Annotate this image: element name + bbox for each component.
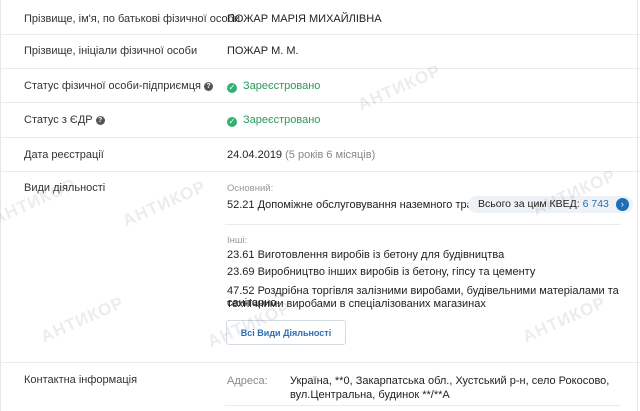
reg-date-text: 24.04.2019 xyxy=(227,149,283,161)
check-circle-icon: ✓ xyxy=(227,83,237,93)
question-circle-icon[interactable]: ? xyxy=(95,116,105,125)
other-activity-item: 23.61 Виготовлення виробів із бетону для… xyxy=(227,249,505,261)
check-circle-icon: ✓ xyxy=(227,117,237,127)
fop-status-value: ✓ Зареєстровано xyxy=(227,80,320,93)
kved-total-value: 6 743 xyxy=(582,198,609,210)
edr-status-value: ✓ Зареєстровано xyxy=(227,114,320,127)
reg-date-age: (5 років 6 місяців) xyxy=(285,149,376,161)
kved-total-badge[interactable]: Всього за цим КВЕД: 6 743 › xyxy=(468,196,633,213)
address-label: Адреса: xyxy=(227,375,268,387)
fop-status-label: Статус фізичної особи-підприємця? xyxy=(24,80,213,92)
main-activity-label: Основний: xyxy=(227,183,274,194)
address-line-1: Україна, **0, Закарпатська обл., Хустськ… xyxy=(290,375,610,387)
contact-label: Контактна інформація xyxy=(24,374,138,386)
fop-status-text: Зареєстровано xyxy=(243,80,321,92)
divider xyxy=(0,34,640,35)
address-line-2: вул.Центральна, будинок **/**А xyxy=(290,389,450,401)
divider xyxy=(0,362,640,363)
fullname-value: ПОЖАР МАРІЯ МИХАЙЛІВНА xyxy=(227,13,382,25)
initials-value: ПОЖАР М. М. xyxy=(227,45,299,57)
divider xyxy=(0,171,640,172)
reg-date-label: Дата реєстрації xyxy=(24,149,104,161)
edr-status-text: Зареєстровано xyxy=(243,114,321,126)
divider xyxy=(0,68,640,69)
divider xyxy=(0,102,640,103)
chevron-right-icon[interactable]: › xyxy=(615,198,629,211)
all-activities-button[interactable]: Всі Види Діяльності xyxy=(226,320,346,345)
kved-total-label: Всього за цим КВЕД: xyxy=(478,198,580,210)
other-activity-item-cont: технічними виробами в спеціалізованих ма… xyxy=(227,298,486,310)
activities-label: Види діяльності xyxy=(24,182,106,194)
other-activity-item: 23.69 Виробництво інших виробів із бетон… xyxy=(227,266,536,278)
other-activities-label: Інші: xyxy=(227,235,248,246)
divider xyxy=(0,137,640,138)
fullname-label: Прізвище, ім'я, по батькові фізичної осо… xyxy=(24,13,241,25)
reg-date-value: 24.04.2019 (5 років 6 місяців) xyxy=(227,149,375,161)
edr-status-label: Статус з ЄДР? xyxy=(24,114,105,126)
initials-label: Прізвище, ініціали фізичної особи xyxy=(24,45,198,57)
fop-status-label-text: Статус фізичної особи-підприємця xyxy=(24,80,201,92)
edr-status-label-text: Статус з ЄДР xyxy=(24,114,93,126)
divider xyxy=(225,224,621,225)
question-circle-icon[interactable]: ? xyxy=(203,82,213,91)
divider xyxy=(225,405,621,406)
